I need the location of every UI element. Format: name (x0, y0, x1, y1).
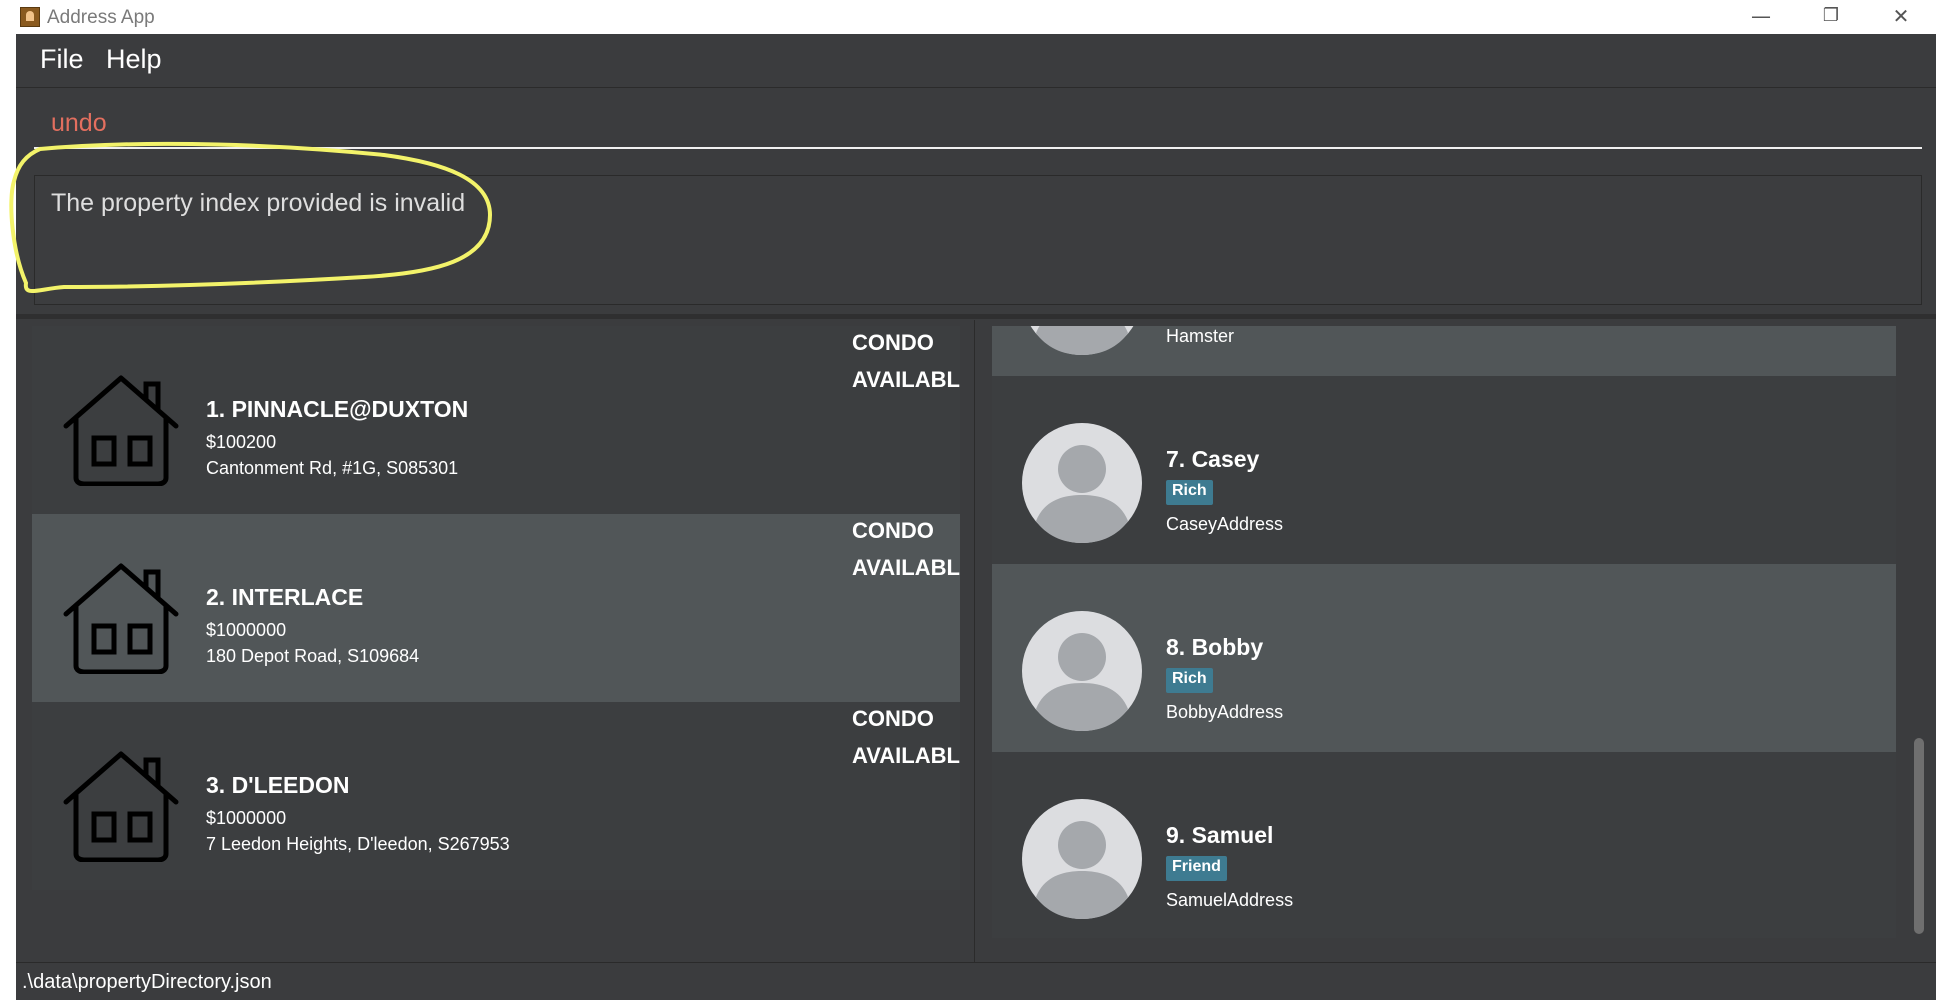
title-bar: Address App — ❐ ✕ (0, 0, 1936, 34)
property-address: 180 Depot Road, S109684 (206, 646, 420, 666)
buyer-tag: Rich (1166, 480, 1213, 505)
property-card[interactable]: 1. PINNACLE@DUXTON $100200 Cantonment Rd… (32, 326, 960, 514)
buyer-address: Hamster (1166, 326, 1235, 346)
buyer-address: CaseyAddress (1166, 514, 1284, 534)
scrollbar-thumb[interactable] (1914, 738, 1924, 934)
buyer-name: 8. Bobby (1166, 634, 1264, 660)
buyer-address: SamuelAddress (1166, 890, 1294, 910)
close-button[interactable]: ✕ (1866, 0, 1936, 34)
address-app-icon (20, 7, 40, 27)
buyer-address: BobbyAddress (1166, 702, 1284, 722)
command-area: undo The property index provided is inva… (9, 89, 1936, 349)
property-price: $1000000 (206, 808, 287, 828)
panel-divider (16, 314, 1936, 319)
buyer-tag: Rich (1166, 668, 1213, 693)
property-price: $1000000 (206, 620, 287, 640)
property-name: 2. INTERLACE (206, 584, 364, 610)
property-name: 3. D'LEEDON (206, 772, 350, 798)
house-icon (63, 563, 179, 674)
minimize-button[interactable]: — (1726, 0, 1796, 34)
property-status: AVAILABLE (852, 367, 960, 392)
app-window: File Help undo The property index provid… (9, 34, 1936, 1000)
buyer-name: 7. Casey (1166, 446, 1260, 472)
house-icon (63, 375, 179, 486)
restore-button[interactable]: ❐ (1796, 0, 1866, 34)
property-status: AVAILABLE (852, 555, 960, 580)
property-card[interactable]: 2. INTERLACE $1000000 180 Depot Road, S1… (32, 514, 960, 702)
buyer-list-scrollbar[interactable] (1912, 326, 1926, 938)
buyer-name: 9. Samuel (1166, 822, 1274, 848)
property-name: 1. PINNACLE@DUXTON (206, 396, 469, 422)
property-panel: 1. PINNACLE@DUXTON $100200 Cantonment Rd… (16, 320, 976, 964)
avatar-icon (1022, 799, 1142, 919)
buyer-card[interactable]: Hamster (992, 326, 1896, 376)
command-input[interactable] (34, 101, 1922, 149)
property-address: 7 Leedon Heights, D'leedon, S267953 (206, 834, 510, 854)
house-icon (63, 751, 179, 862)
menu-file[interactable]: File (40, 44, 84, 75)
property-address: Cantonment Rd, #1G, S085301 (206, 458, 459, 478)
property-status: AVAILABLE (852, 743, 960, 768)
property-list[interactable]: 1. PINNACLE@DUXTON $100200 Cantonment Rd… (32, 326, 960, 890)
window-title: Address App (47, 7, 155, 28)
status-bar: .\data\propertyDirectory.json (16, 962, 1936, 1000)
property-type: CONDO (852, 706, 934, 731)
avatar-icon (1022, 611, 1142, 731)
storage-path: .\data\propertyDirectory.json (22, 971, 272, 993)
buyer-tag: Friend (1166, 856, 1227, 881)
property-type: CONDO (852, 518, 934, 543)
property-card[interactable]: 3. D'LEEDON $1000000 7 Leedon Heights, D… (32, 702, 960, 890)
command-input-text: undo (51, 109, 107, 137)
menu-bar: File Help (16, 34, 1936, 88)
avatar-icon (1030, 326, 1134, 355)
buyer-card[interactable]: 7. Casey Rich CaseyAddress (992, 376, 1896, 564)
buyer-card[interactable]: 9. Samuel Friend SamuelAddress (992, 752, 1896, 938)
buyer-card[interactable]: 8. Bobby Rich BobbyAddress (992, 564, 1896, 752)
menu-help[interactable]: Help (106, 44, 162, 75)
buyer-list[interactable]: Hamster 7. Casey Rich CaseyAddress 8. Bo… (992, 326, 1896, 938)
property-price: $100200 (206, 432, 277, 452)
property-type: CONDO (852, 330, 934, 355)
buyer-panel: Hamster 7. Casey Rich CaseyAddress 8. Bo… (992, 320, 1936, 964)
result-message: The property index provided is invalid (51, 189, 466, 217)
avatar-icon (1022, 423, 1142, 543)
list-divider (974, 320, 992, 964)
